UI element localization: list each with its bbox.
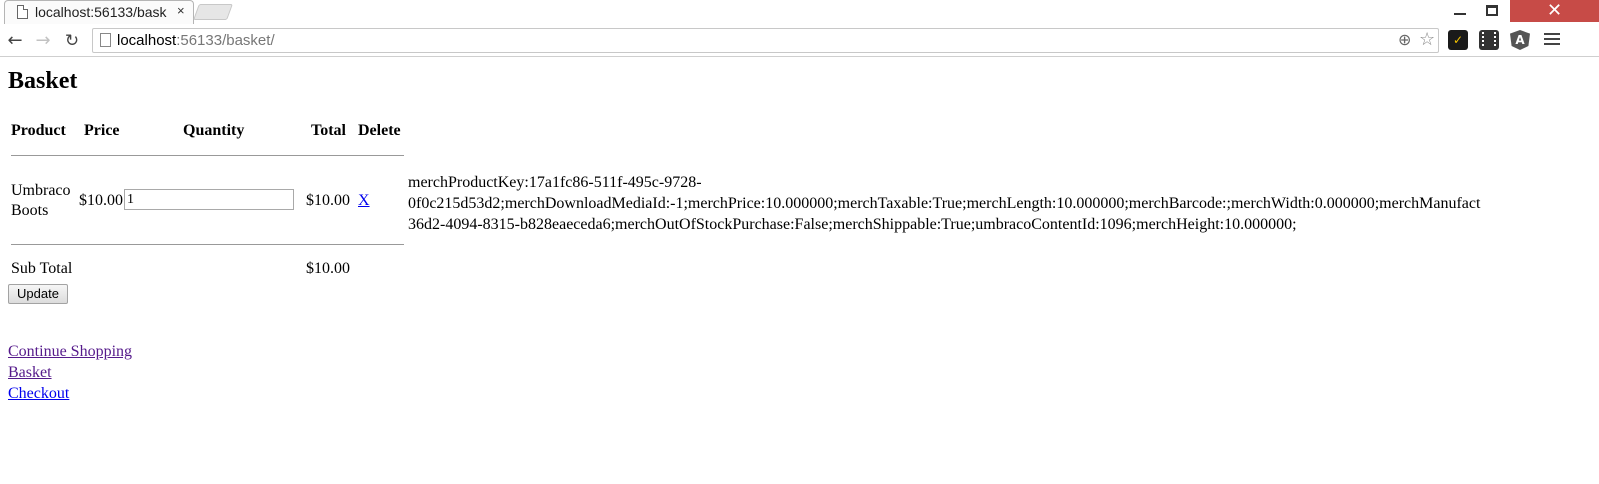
checkout-link[interactable]: Checkout <box>8 383 132 404</box>
restore-icon <box>1486 5 1498 16</box>
subtotal-value: $10.00 <box>306 260 350 277</box>
page-info-icon[interactable] <box>100 33 111 47</box>
product-name-line2: Boots <box>11 202 49 219</box>
line-total: $10.00 <box>306 192 350 209</box>
browser-menu-icon[interactable] <box>1544 33 1560 47</box>
tab-title: localhost:56133/bask <box>35 4 167 20</box>
header-price: Price <box>84 122 120 139</box>
new-tab-button[interactable] <box>193 4 233 20</box>
tab-strip: localhost:56133/bask × ✕ <box>0 0 1599 24</box>
divider <box>11 244 404 245</box>
header-total: Total <box>311 122 346 139</box>
meta-line: 36d2-4094-8315-b828eaeceda6;merchOutOfSt… <box>408 216 1297 233</box>
page-icon <box>17 5 28 19</box>
product-name-line1: Umbraco <box>11 182 71 199</box>
meta-line: 0f0c215d53d2;merchDownloadMediaId:-1;mer… <box>408 195 1481 212</box>
minimize-button[interactable] <box>1444 0 1476 22</box>
bookmark-star-icon[interactable]: ☆ <box>1419 29 1435 50</box>
window-close-button[interactable]: ✕ <box>1510 0 1599 22</box>
extension-angular-icon[interactable]: A <box>1510 30 1530 50</box>
continue-shopping-link[interactable]: Continue Shopping <box>8 341 132 362</box>
header-delete: Delete <box>358 122 401 139</box>
basket-link[interactable]: Basket <box>8 362 132 383</box>
header-product: Product <box>11 122 66 139</box>
address-bar[interactable]: localhost:56133/basket/ ⊕ ☆ <box>92 28 1439 53</box>
page-title: Basket <box>8 68 78 94</box>
header-quantity: Quantity <box>183 122 245 139</box>
page-content: Basket Product Price Quantity Total Dele… <box>0 58 1599 484</box>
forward-arrow-icon[interactable]: → <box>32 30 54 52</box>
browser-tab[interactable]: localhost:56133/bask × <box>4 0 194 24</box>
meta-line: merchProductKey:17a1fc86-511f-495c-9728- <box>408 174 702 191</box>
product-price: $10.00 <box>79 192 123 209</box>
browser-toolbar: ← → ↻ localhost:56133/basket/ ⊕ ☆ ✓ A <box>0 24 1599 57</box>
nav-links: Continue Shopping Basket Checkout <box>8 341 132 404</box>
product-extended-data: merchProductKey:17a1fc86-511f-495c-9728-… <box>408 172 1599 235</box>
subtotal-label: Sub Total <box>11 260 73 277</box>
extension-check-icon[interactable]: ✓ <box>1448 30 1468 50</box>
back-arrow-icon[interactable]: ← <box>4 30 26 52</box>
delete-link[interactable]: X <box>358 192 370 210</box>
zoom-icon[interactable]: ⊕ <box>1398 30 1411 49</box>
divider <box>11 155 404 156</box>
maximize-button[interactable] <box>1476 0 1508 22</box>
update-button[interactable]: Update <box>8 284 68 304</box>
reload-icon[interactable]: ↻ <box>61 30 83 52</box>
url-text[interactable]: localhost:56133/basket/ <box>117 32 275 49</box>
extension-film-icon[interactable] <box>1479 30 1499 50</box>
tab-close-icon[interactable]: × <box>177 3 185 18</box>
quantity-input[interactable] <box>124 189 294 210</box>
